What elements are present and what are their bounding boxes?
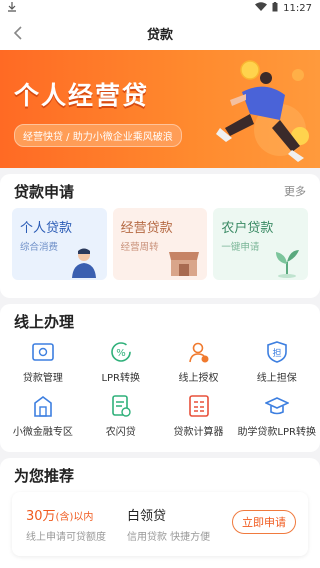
person-icon — [71, 248, 96, 278]
user-auth-icon — [187, 340, 211, 364]
wifi-icon — [255, 2, 268, 14]
amount-value: 30万 — [26, 509, 56, 524]
business-loan-card[interactable]: 经营贷款 经营周转 — [112, 208, 208, 280]
shield-guarantee-icon: 担 — [265, 340, 289, 364]
loan-apply-section: 贷款申请 更多 个人贷款 综合消费 经营贷款 经营周转 农户贷款 一键申请 — [0, 174, 320, 298]
recommend-card[interactable]: 30万(含)以内 线上申请可贷额度 白领贷 信用贷款 快捷方便 立即申请 — [12, 492, 308, 556]
back-button[interactable] — [8, 23, 28, 43]
svg-text:担: 担 — [272, 347, 281, 359]
amount-description: 线上申请可贷额度 — [26, 532, 106, 543]
recommend-section: 为您推荐 30万(含)以内 线上申请可贷额度 白领贷 信用贷款 快捷方便 立即申… — [0, 458, 320, 568]
grid-label: 助学贷款LPR转换 — [237, 427, 316, 438]
farmer-loan-card[interactable]: 农户贷款 一键申请 — [213, 208, 309, 280]
download-icon — [8, 1, 16, 15]
nongshan-loan-button[interactable]: 农闪贷 — [82, 394, 160, 438]
clock-time: 11:27 — [283, 2, 312, 14]
grid-label: 贷款计算器 — [173, 427, 224, 438]
product-name: 白领贷 — [127, 509, 167, 524]
online-service-section: 线上办理 贷款管理 % LPR转换 线上授权 担 线上担保 小微金融专区 农闪贷… — [0, 304, 320, 452]
grid-label: 贷款管理 — [22, 373, 63, 384]
personal-loan-card[interactable]: 个人贷款 综合消费 — [12, 208, 107, 280]
online-guarantee-button[interactable]: 担 线上担保 — [237, 340, 316, 384]
banner-slogan: 经营快贷 / 助力小微企业乘风破浪 — [14, 124, 182, 147]
banner-headline: 个人经营贷 — [14, 81, 150, 110]
grid-label: LPR转换 — [101, 373, 140, 384]
product-description: 信用贷款 快捷方便 — [127, 532, 211, 543]
loan-calculator-button[interactable]: 贷款计算器 — [160, 394, 238, 438]
online-auth-button[interactable]: 线上授权 — [160, 340, 238, 384]
document-icon — [109, 394, 133, 418]
grid-label: 小微金融专区 — [12, 427, 73, 438]
student-loan-lpr-button[interactable]: 助学贷款LPR转换 — [237, 394, 316, 438]
grid-label: 农闪贷 — [105, 427, 136, 438]
section-title: 线上办理 — [14, 312, 75, 331]
top-nav: 贷款 — [0, 16, 320, 50]
banner-illustration — [216, 60, 309, 162]
more-link[interactable]: 更多 — [284, 183, 306, 199]
svg-text:%: % — [116, 348, 126, 359]
shop-icon — [169, 252, 200, 276]
apply-now-button[interactable]: 立即申请 — [232, 510, 296, 534]
loan-amount: 30万(含)以内 — [26, 505, 93, 524]
loan-manage-icon — [31, 340, 55, 364]
status-bar: 11:27 — [0, 0, 320, 16]
sprout-icon — [276, 250, 300, 278]
amount-suffix: (含)以内 — [55, 512, 94, 523]
page-title: 贷款 — [146, 27, 173, 43]
card-title: 个人贷款 — [20, 221, 73, 236]
loan-manage-button[interactable]: 贷款管理 — [4, 340, 82, 384]
grid-label: 线上担保 — [256, 373, 297, 384]
battery-icon — [272, 1, 278, 15]
building-icon — [31, 394, 55, 418]
micro-finance-zone-button[interactable]: 小微金融专区 — [4, 394, 82, 438]
chevron-left-icon — [13, 26, 22, 40]
percent-convert-icon: % — [109, 340, 133, 364]
promo-banner[interactable]: 个人经营贷 经营快贷 / 助力小微企业乘风破浪 — [0, 50, 320, 168]
calculator-icon — [187, 394, 211, 418]
graduation-cap-icon — [264, 394, 289, 418]
card-title: 经营贷款 — [120, 221, 173, 236]
grid-label: 线上授权 — [178, 373, 219, 384]
section-title: 贷款申请 — [14, 182, 75, 201]
lpr-convert-button[interactable]: % LPR转换 — [82, 340, 160, 384]
section-title: 为您推荐 — [14, 466, 75, 485]
card-title: 农户贷款 — [221, 221, 274, 236]
